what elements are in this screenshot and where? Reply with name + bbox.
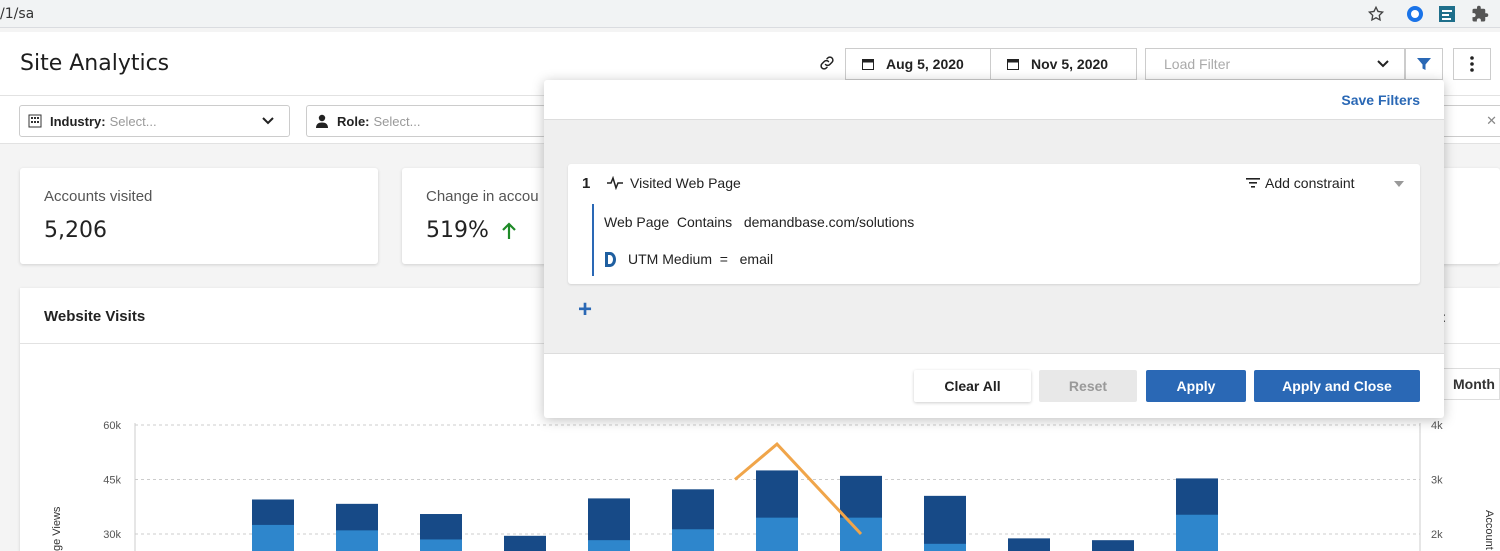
bar-light [252, 524, 294, 551]
right-axis-label: Account [1483, 510, 1495, 550]
reset-button[interactable]: Reset [1039, 370, 1137, 402]
bar-light [336, 530, 378, 551]
bar-dark [1008, 538, 1050, 551]
bar-dark [504, 535, 546, 551]
filter-rule: 1 Visited Web Page Add constraint Web Pa… [568, 164, 1420, 284]
bar-light [840, 517, 882, 551]
clear-all-button[interactable]: Clear All [914, 370, 1031, 402]
bar-dark [924, 495, 966, 551]
left-tick-label: 60k [103, 420, 121, 432]
left-tick-label: 30k [103, 529, 121, 541]
condition-web-page[interactable]: Web Page Contains demandbase.com/solutio… [604, 214, 914, 230]
apply-and-close-button[interactable]: Apply and Close [1254, 370, 1420, 402]
bar-light [420, 539, 462, 551]
right-tick-label: 3k [1431, 475, 1443, 487]
right-tick-label: 2k [1431, 529, 1443, 541]
bar-dark [1092, 540, 1134, 551]
bar-light [924, 543, 966, 551]
bar-light [1176, 514, 1218, 551]
left-tick-label: 45k [103, 475, 121, 487]
activity-icon [607, 176, 623, 190]
bar-light [588, 540, 630, 551]
add-rule-button[interactable]: + [578, 296, 592, 324]
add-constraint-label: Add constraint [1265, 175, 1355, 191]
left-axis-label: ge Views [51, 506, 63, 551]
demandbase-logo-icon [605, 252, 616, 267]
apply-button[interactable]: Apply [1146, 370, 1246, 402]
bar-light [756, 517, 798, 551]
filter-panel: Save Filters 1 Visited Web Page Add cons… [544, 80, 1444, 418]
save-filters-link[interactable]: Save Filters [1341, 92, 1420, 108]
rule-name: Visited Web Page [630, 175, 741, 191]
filter-lines-icon [1246, 178, 1260, 188]
caret-down-icon[interactable] [1394, 181, 1404, 187]
rule-number: 1 [582, 175, 591, 192]
add-constraint-button[interactable]: Add constraint [1246, 175, 1355, 191]
right-tick-label: 4k [1431, 420, 1443, 432]
condition-utm-medium[interactable]: UTM Medium = email [628, 251, 773, 267]
bar-light [672, 529, 714, 551]
